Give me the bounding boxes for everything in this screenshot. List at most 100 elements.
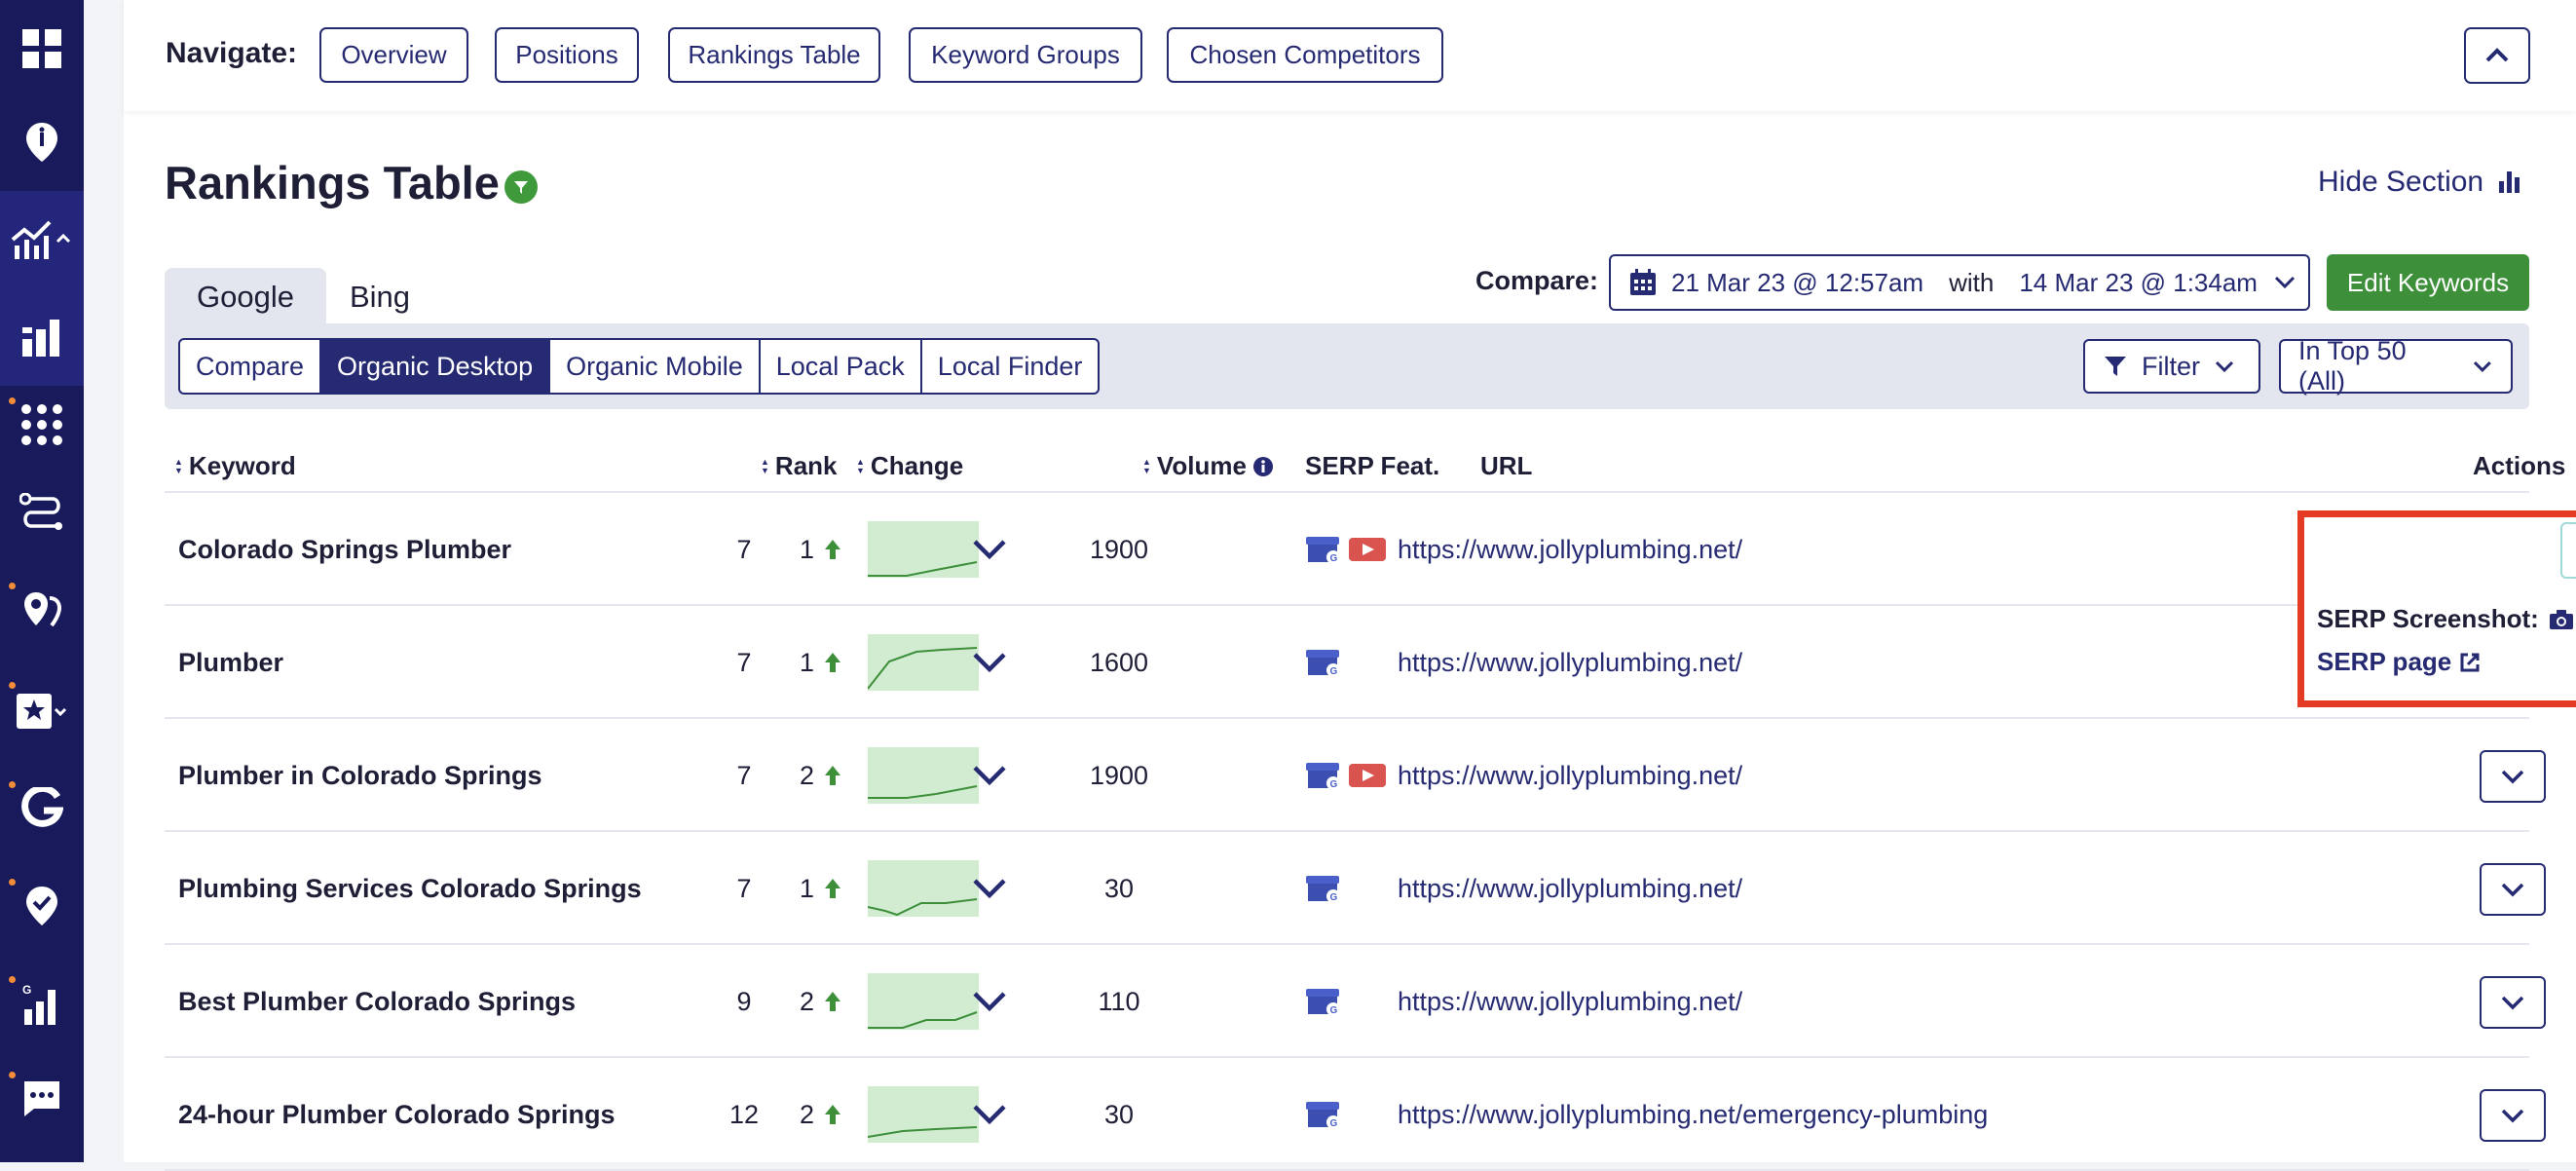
url-link[interactable]: https://www.jollyplumbing.net/ [1398,945,1742,1058]
expand-trend-button[interactable] [971,945,1008,1058]
nav-overview-button[interactable]: Overview [319,27,468,83]
serp-page-label: SERP page [2317,647,2452,676]
compare-date-picker[interactable]: 21 Mar 23 @ 12:57am with 14 Mar 23 @ 1:3… [1609,254,2310,311]
change-value: 1 [799,873,814,903]
filter-button[interactable]: Filter [2083,339,2260,394]
top-rank-select[interactable]: In Top 50 (All) [2279,336,2513,396]
svg-text:G: G [1330,1118,1338,1129]
nav-rankings-table-button[interactable]: Rankings Table [668,27,880,83]
nav-positions-button[interactable]: Positions [495,27,639,83]
url-link[interactable]: https://www.jollyplumbing.net/ [1398,493,1742,606]
expand-trend-button[interactable] [971,719,1008,832]
bar-chart-icon[interactable] [0,288,84,386]
table-row: Best Plumber Colorado Springs 9 2 110 Ghttps… [165,945,2546,1058]
trend-sparkline [868,493,979,606]
row-actions-button[interactable] [2480,976,2546,1029]
local-pack-icon: G [1306,989,1340,1016]
tab-bing[interactable]: Bing [326,268,433,325]
row-actions-button[interactable] [2480,1089,2546,1142]
header-url: URL [1480,451,1533,480]
chevron-down-icon [2501,1109,2524,1123]
subtab-compare[interactable]: Compare [180,340,322,393]
url-link[interactable]: https://www.jollyplumbing.net/ [1398,606,1742,719]
grid-dots-icon[interactable] [0,376,84,473]
chevron-up-icon [2485,48,2509,62]
edit-keywords-button[interactable]: Edit Keywords [2327,254,2529,311]
svg-text:G: G [1330,1005,1338,1016]
keyword-cell: Plumber in Colorado Springs [178,760,542,790]
arrow-up-icon [825,540,840,559]
arrow-up-icon [825,992,840,1011]
change-value: 1 [799,647,814,677]
info-icon[interactable] [1252,456,1274,477]
subtab-organic-mobile[interactable]: Organic Mobile [550,340,761,393]
row-actions-button[interactable] [2480,863,2546,916]
top-rank-label: In Top 50 (All) [2298,336,2407,396]
header-keyword[interactable]: ▲ ▼ Keyword [174,451,296,481]
google-rank-icon[interactable]: G [0,955,84,1052]
nav-chosen-competitors-button[interactable]: Chosen Competitors [1167,27,1443,83]
camera-icon [2549,609,2573,629]
serp-features-cell: G [1304,606,1343,719]
check-pin-icon[interactable] [0,857,84,955]
local-pack-icon: G [1306,876,1340,903]
serp-screenshot-item[interactable]: SERP Screenshot: [2317,604,2574,634]
expand-trend-button[interactable] [971,606,1008,719]
trend-sparkline [868,606,979,719]
chevron-down-icon [973,879,1006,899]
compare-with-label: with [1949,267,1995,297]
google-icon[interactable] [0,760,84,857]
chevron-down-icon [2474,360,2492,373]
nav-keyword-groups-button[interactable]: Keyword Groups [909,27,1142,83]
chevron-down-icon [2274,276,2296,289]
collapse-navigate-button[interactable] [2464,27,2530,84]
navigate-label: Navigate: [166,37,298,69]
header-rank[interactable]: ▲ ▼ Rank [761,451,838,481]
header-volume[interactable]: ▲ ▼ Volume [1142,451,1274,481]
ranking-type-strip: Compare Organic Desktop Organic Mobile L… [165,323,2529,409]
map-pin-icon[interactable] [0,561,84,659]
table-row: Plumbing Services Colorado Springs 7 1 30 Gh… [165,832,2546,945]
volume-cell: 30 [1103,873,1135,903]
actions-dropdown-button-open[interactable] [2560,522,2576,579]
serp-features-cell: G [1304,719,1386,832]
trend-sparkline [868,1058,979,1171]
main-panel: Navigate: Overview Positions Rankings Ta… [124,0,2576,1171]
chevron-down-icon [973,766,1006,786]
tab-google[interactable]: Google [165,268,326,325]
chat-icon[interactable] [0,1050,84,1148]
filter-badge-icon[interactable] [504,170,538,204]
page-title: Rankings Table [165,157,500,208]
sort-icon: ▲ ▼ [856,456,865,475]
trend-sparkline [868,945,979,1058]
subtab-local-finder[interactable]: Local Finder [922,340,1099,393]
change-value: 2 [799,1099,814,1129]
subtab-organic-desktop[interactable]: Organic Desktop [321,340,551,393]
svg-text:G: G [1330,553,1338,564]
filter-icon [2105,357,2126,376]
arrow-up-icon [825,1105,840,1124]
table-row: Plumber 7 1 1600 Ghttps://www.jollyplumbing.… [165,606,2546,719]
expand-trend-button[interactable] [971,493,1008,606]
change-cell: 1 [749,493,841,606]
analytics-chart-icon[interactable] [0,191,84,288]
change-cell: 2 [749,1058,841,1171]
expand-trend-button[interactable] [971,1058,1008,1171]
filter-label: Filter [2142,351,2200,381]
arrow-up-icon [825,766,840,785]
url-link[interactable]: https://www.jollyplumbing.net/ [1398,719,1742,832]
serp-page-link[interactable]: SERP page [2317,647,2481,677]
url-link[interactable]: https://www.jollyplumbing.net/ [1398,832,1742,945]
chevron-down-icon [2501,883,2524,897]
route-icon[interactable] [0,466,84,563]
location-pin-icon[interactable] [0,94,84,191]
dashboard-icon[interactable] [0,0,84,97]
star-review-icon[interactable] [0,662,84,760]
sort-icon: ▲ ▼ [761,456,769,475]
expand-trend-button[interactable] [971,832,1008,945]
row-actions-button[interactable] [2480,750,2546,803]
header-change[interactable]: ▲ ▼ Change [856,451,963,481]
subtab-local-pack[interactable]: Local Pack [761,340,922,393]
hide-section-link[interactable]: Hide Section [2318,166,2522,199]
url-link[interactable]: https://www.jollyplumbing.net/emergency-… [1398,1058,1988,1171]
